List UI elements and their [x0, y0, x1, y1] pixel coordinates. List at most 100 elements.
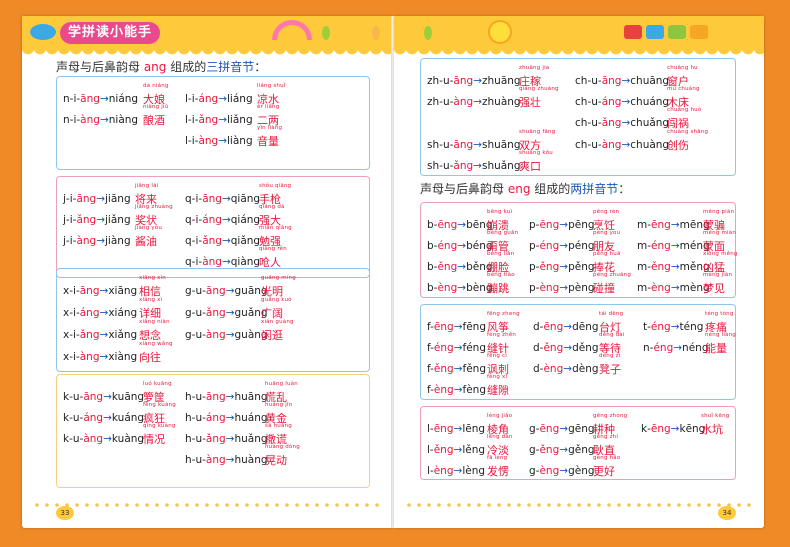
word-pinyin: qíng kuàng — [143, 423, 176, 429]
syllable-result: niáng — [108, 93, 139, 105]
spelling-formula: q-i-ǎng→qiǎng — [185, 235, 260, 247]
arrow-icon: → — [453, 465, 463, 477]
word-pinyin: dà niáng — [143, 83, 169, 89]
arrow-icon: → — [673, 342, 683, 354]
spelling-part: ěng — [651, 261, 671, 273]
word-pinyin: mù chuáng — [667, 86, 700, 92]
word-pinyin: jiǎng zhuàng — [135, 204, 173, 210]
spelling-formula: h-u-áng→huáng — [185, 412, 268, 424]
spelling-formula: sh-u-āng→shuāng — [427, 139, 521, 151]
word-pinyin: féng zhēn — [487, 332, 517, 338]
arrow-icon: → — [670, 240, 680, 252]
arrow-icon: → — [473, 75, 482, 87]
word-pinyin: tái dēng — [599, 311, 624, 317]
spelling-part: āng — [453, 139, 474, 151]
spelling-formula: x-i-ǎng→xiǎng — [63, 329, 137, 341]
arrow-icon: → — [563, 321, 573, 333]
syllable-result: huǎng — [234, 433, 268, 445]
spelling-part: āng — [79, 285, 100, 297]
syllable-result: téng — [679, 321, 704, 333]
arrow-icon: → — [221, 193, 231, 205]
word-pinyin: zhuāng jia — [519, 65, 550, 71]
syllable-result: liáng — [227, 93, 253, 105]
word-characters: 酱油 — [135, 235, 157, 248]
arrow-icon: → — [221, 235, 231, 247]
arrow-icon: → — [99, 93, 109, 105]
fish-icon — [30, 24, 56, 40]
spelling-part: āng — [83, 391, 104, 403]
spelling-formula: f-ēng→fēng — [427, 321, 486, 333]
syllable-result: dèng — [572, 363, 599, 375]
spelling-part: èng — [539, 465, 560, 477]
tree-icon — [322, 26, 330, 40]
word-pinyin: léng jiǎo — [487, 413, 513, 419]
syllable-result: shuāng — [481, 139, 521, 151]
word-characters: 碰撞 — [593, 282, 615, 295]
spelling-part: ǎng — [453, 160, 474, 172]
syllable-result: chuàng — [630, 139, 670, 151]
spelling-part: āng — [453, 75, 474, 87]
spelling-part: ěng — [539, 261, 560, 273]
spelling-part: éng — [651, 240, 671, 252]
spelling-formula: l-i-àng→liàng — [185, 135, 253, 147]
word-pinyin: miǎn qiǎng — [259, 225, 292, 231]
spelling-part: áng — [601, 96, 622, 108]
spelling-formula: f-éng→féng — [427, 342, 486, 354]
spelling-part: èng — [651, 282, 671, 294]
word-characters: 凳子 — [599, 363, 621, 376]
spelling-part: h — [185, 433, 192, 445]
spelling-formula: p-ēng→pēng — [529, 219, 595, 231]
spelling-part: ēng — [650, 423, 671, 435]
spelling-formula: zh-u-āng→zhuāng — [427, 75, 521, 87]
word-pinyin: qiáng zhuàng — [519, 86, 559, 92]
syllable-box: n-i-āng→niáng dà niáng 大娘 n-i-àng→niàng niàn… — [56, 76, 370, 170]
spelling-formula: g-u-àng→guàng — [185, 329, 268, 341]
spelling-formula: sh-u-ǎng→shuǎng — [427, 160, 521, 172]
spelling-formula: n-éng→néng — [643, 342, 708, 354]
word-pinyin: chuǎng huò — [667, 107, 702, 113]
word-pinyin: xián guàng — [261, 319, 294, 325]
spelling-part: b — [427, 240, 434, 252]
arrow-icon: → — [453, 363, 463, 375]
spelling-part: n — [63, 114, 70, 126]
arrow-icon: → — [473, 139, 482, 151]
spelling-formula: ch-u-àng→chuàng — [575, 139, 669, 151]
arrow-icon: → — [99, 307, 109, 319]
syllable-result: xiàng — [108, 351, 138, 363]
word-pinyin: gēng zhòng — [593, 413, 628, 419]
arrow-icon: → — [453, 444, 463, 456]
word-pinyin: péng you — [593, 230, 621, 236]
arrow-icon: → — [103, 391, 112, 403]
spelling-part: g — [185, 307, 192, 319]
word-pinyin: luó kuāng — [143, 381, 172, 387]
syllable-result: huāng — [234, 391, 268, 403]
arrow-icon: → — [559, 240, 569, 252]
word-pinyin: fā lèng — [487, 455, 508, 461]
word-pinyin: xiǎng niàn — [139, 319, 170, 325]
syllable-box: l-ēng→lēng léng jiǎo 棱角 l-ěng→lěng lěng dàn 冷… — [420, 406, 736, 480]
spelling-part: g — [185, 285, 192, 297]
word-pinyin: gěng zhí — [593, 434, 619, 440]
word-characters: 强壮 — [519, 96, 541, 109]
spelling-formula: q-i-àng→qiàng — [185, 256, 260, 268]
spelling-formula: m-ēng→mēng — [637, 219, 710, 231]
spelling-part: ǎng — [205, 433, 226, 445]
arrow-icon: → — [453, 342, 463, 354]
spelling-part: ēng — [433, 423, 454, 435]
dotted-border — [404, 502, 754, 508]
spelling-part: ch — [575, 139, 588, 151]
spelling-part: d — [533, 342, 540, 354]
spelling-part: h — [185, 391, 192, 403]
spelling-formula: x-i-āng→xiāng — [63, 285, 137, 297]
spelling-part: u — [591, 139, 598, 151]
word-pinyin: xiàng wǎng — [139, 341, 173, 347]
spelling-part: q — [185, 235, 192, 247]
arrow-icon: → — [670, 219, 680, 231]
word-pinyin: dèng zi — [599, 353, 621, 359]
arrow-icon: → — [453, 321, 463, 333]
arrow-icon: → — [670, 282, 680, 294]
spelling-part: áng — [83, 412, 104, 424]
word-characters: 梦见 — [703, 282, 725, 295]
syllable-result: gèng — [568, 465, 595, 477]
word-pinyin: shǒu qiāng — [259, 183, 292, 189]
